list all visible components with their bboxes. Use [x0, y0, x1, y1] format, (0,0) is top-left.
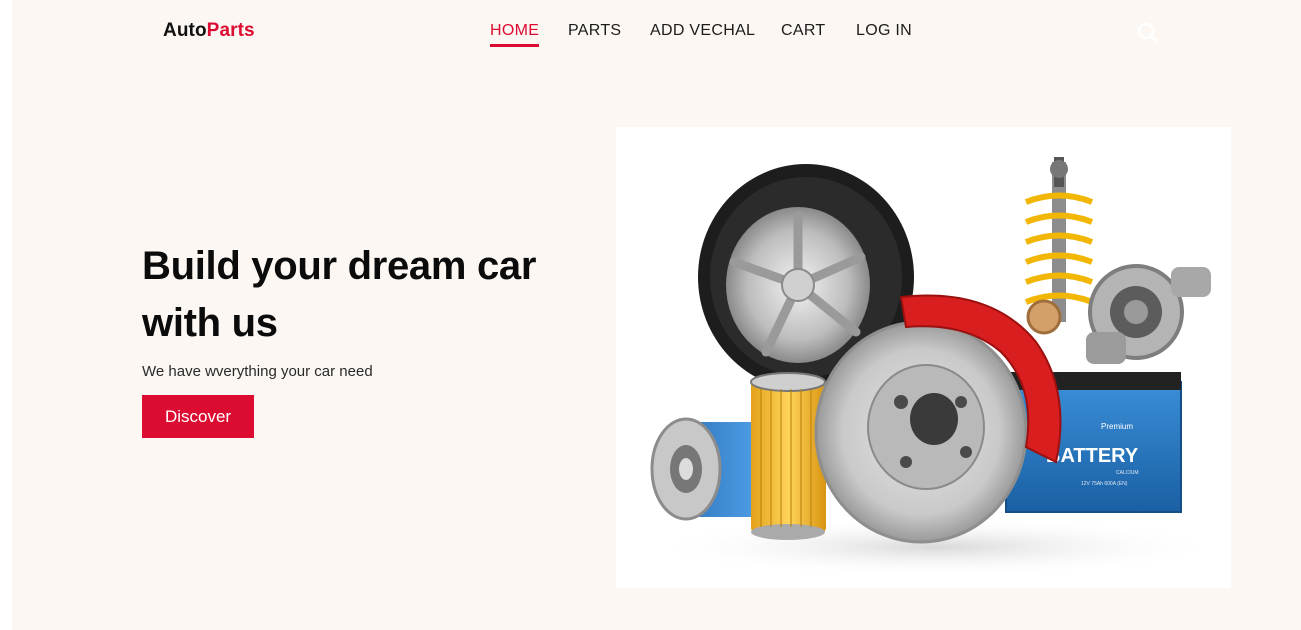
nav-item-add-vechal[interactable]: ADD VECHAL — [650, 22, 755, 44]
auto-parts-illustration: Premium BATTERY CALCIUM 12V 75Ah 600A (E… — [646, 157, 1226, 577]
search-icon[interactable] — [1136, 21, 1160, 45]
shock-absorber — [1024, 157, 1094, 335]
fuel-filter-yellow — [750, 372, 826, 540]
battery-spec-text: 12V 75Ah 600A (EN) — [1081, 481, 1128, 487]
brand-logo[interactable]: AutoParts — [163, 20, 255, 42]
battery-sub-text: CALCIUM — [1116, 470, 1139, 476]
nav-item-home[interactable]: HOME — [490, 22, 540, 47]
battery-brand-text: Premium — [1101, 422, 1133, 431]
page: AutoParts HOME PARTS ADD VECHAL CART LOG… — [12, 0, 1301, 630]
discover-button[interactable]: Discover — [142, 395, 254, 438]
hero-auto-parts-image: Premium BATTERY CALCIUM 12V 75Ah 600A (E… — [616, 127, 1231, 588]
turbocharger — [1086, 264, 1211, 364]
oil-filter-blue — [650, 417, 761, 521]
page-gutter — [0, 0, 12, 630]
nav-item-cart[interactable]: CART — [781, 22, 825, 44]
nav-item-parts[interactable]: PARTS — [568, 22, 621, 44]
brand-logo-part2: Parts — [206, 20, 255, 41]
hero-title: Build your dream car with us — [142, 244, 537, 345]
battery-label-text: BATTERY — [1046, 445, 1139, 467]
hero-subtitle: We have wverything your car need — [142, 363, 373, 380]
nav-item-log-in[interactable]: LOG IN — [856, 22, 912, 44]
brand-logo-part1: Auto — [163, 20, 207, 41]
